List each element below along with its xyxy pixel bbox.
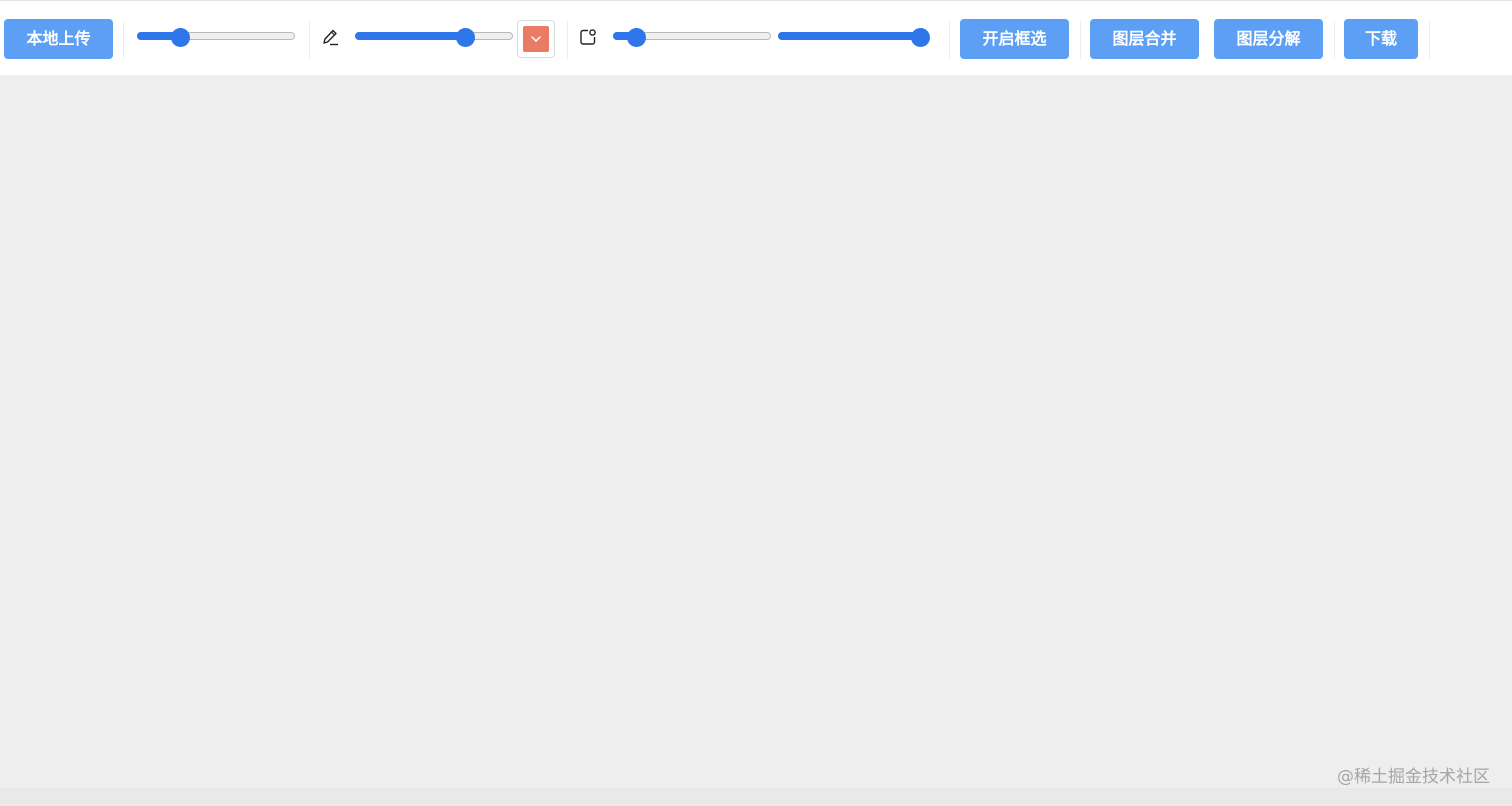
- toolbar-divider: [949, 21, 950, 59]
- box-select-button[interactable]: 开启框选: [960, 19, 1069, 59]
- toolbar-divider: [309, 21, 310, 59]
- slider-fill: [355, 32, 465, 40]
- brush-color-swatch: [523, 26, 549, 52]
- merge-layers-button[interactable]: 图层合并: [1090, 19, 1199, 59]
- slider-thumb[interactable]: [455, 28, 475, 47]
- toolbar-divider: [123, 21, 124, 59]
- pencil-icon[interactable]: [320, 27, 340, 51]
- toolbar: 本地上传 开启框选 图层合并 图层分解 下载: [0, 1, 1512, 75]
- toolbar-divider: [1080, 21, 1081, 59]
- slider-thumb[interactable]: [170, 28, 190, 47]
- shape-size-slider[interactable]: [613, 28, 771, 47]
- brush-size-slider[interactable]: [355, 28, 513, 47]
- opacity-slider[interactable]: [778, 28, 930, 47]
- toolbar-divider: [1334, 21, 1335, 59]
- brush-color-picker[interactable]: [517, 20, 555, 58]
- slider-thumb[interactable]: [627, 28, 646, 47]
- rounded-square-icon[interactable]: [578, 27, 598, 51]
- split-layers-button[interactable]: 图层分解: [1214, 19, 1323, 59]
- canvas-area[interactable]: [0, 75, 1512, 788]
- watermark: @稀土掘金技术社区: [1337, 767, 1490, 787]
- toolbar-divider: [567, 21, 568, 59]
- chevron-down-icon: [531, 36, 541, 42]
- bottom-strip: [0, 788, 1512, 806]
- download-button[interactable]: 下载: [1344, 19, 1418, 59]
- slider-fill: [778, 32, 920, 40]
- zoom-slider[interactable]: [137, 28, 295, 47]
- slider-thumb[interactable]: [911, 28, 930, 47]
- upload-button[interactable]: 本地上传: [4, 19, 113, 59]
- toolbar-divider: [1429, 21, 1430, 59]
